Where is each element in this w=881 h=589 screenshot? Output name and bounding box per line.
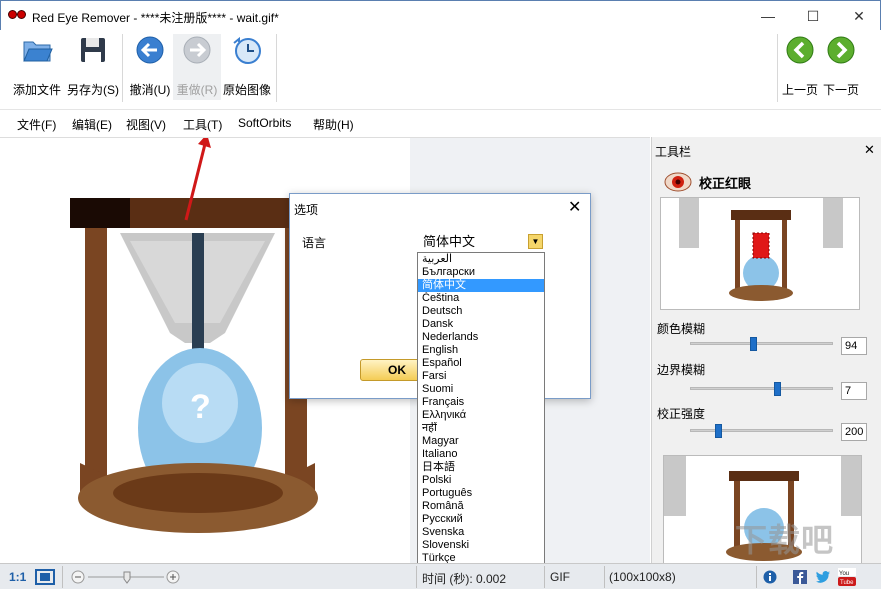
floppy-disk-icon (77, 34, 109, 66)
redo-arrow-icon (181, 34, 213, 66)
language-dropdown-list[interactable]: العربيةБългарски简体中文ČeštinaDeutschDanskN… (417, 252, 545, 565)
fit-window-icon[interactable] (35, 569, 55, 585)
watermark-text: 下载吧 (735, 515, 834, 561)
slider-value-input[interactable]: 7 (841, 382, 867, 400)
slider-value-input[interactable]: 94 (841, 337, 867, 355)
svg-text:You: You (839, 571, 849, 577)
redo-button[interactable]: 重做(R) (173, 34, 221, 100)
language-option[interactable]: नहीं (418, 422, 544, 435)
language-option[interactable]: Magyar (418, 435, 544, 448)
language-option[interactable]: Nederlands (418, 331, 544, 344)
slider-thumb[interactable] (774, 382, 781, 396)
panel-title: 工具栏 (655, 143, 691, 160)
slider-label: 颜色模糊 (657, 320, 705, 337)
language-option[interactable]: العربية (418, 253, 544, 266)
slider-label: 边界模糊 (657, 361, 705, 378)
prev-page-button[interactable]: 上一页 (780, 34, 820, 100)
menu-file[interactable]: 文件(F) (17, 116, 56, 133)
menu-edit[interactable]: 编辑(E) (72, 116, 112, 133)
open-folder-icon (21, 34, 53, 66)
menu-bar: 文件(F) 编辑(E) 视图(V) 工具(T) SoftOrbits 帮助(H) (0, 111, 881, 137)
status-divider (416, 566, 417, 588)
facebook-icon[interactable] (793, 570, 807, 584)
undo-button[interactable]: 撤消(U) (127, 34, 173, 100)
language-option[interactable]: Română (418, 500, 544, 513)
green-left-arrow-icon (784, 34, 816, 66)
image-format: GIF (550, 570, 570, 584)
status-divider (756, 566, 757, 588)
window-title: Red Eye Remover - ****未注册版**** - wait.gi… (32, 9, 279, 26)
language-option[interactable]: Svenska (418, 526, 544, 539)
language-option[interactable]: Español (418, 357, 544, 370)
status-divider (544, 566, 545, 588)
language-option[interactable]: 日本語 (418, 461, 544, 474)
actual-size-button[interactable]: 1:1 (9, 570, 26, 584)
status-divider (604, 566, 605, 588)
language-option[interactable]: Italiano (418, 448, 544, 461)
language-option[interactable]: Dansk (418, 318, 544, 331)
language-option[interactable]: Polski (418, 474, 544, 487)
maximize-button[interactable]: ☐ (790, 1, 836, 31)
language-option[interactable]: Português (418, 487, 544, 500)
image-dimensions: (100x100x8) (609, 570, 676, 584)
status-divider (62, 566, 63, 588)
red-eye-icon[interactable] (664, 172, 692, 192)
language-option[interactable]: Čeština (418, 292, 544, 305)
next-page-button[interactable]: 下一页 (821, 34, 861, 100)
menu-help[interactable]: 帮助(H) (313, 116, 354, 133)
processing-time: 时间 (秒): 0.002 (422, 570, 506, 587)
language-option[interactable]: Suomi (418, 383, 544, 396)
clock-restore-icon (231, 34, 263, 66)
toolbar-divider (276, 34, 277, 102)
title-bar: Red Eye Remover - ****未注册版**** - wait.gi… (0, 0, 881, 30)
language-option[interactable]: Deutsch (418, 305, 544, 318)
language-select[interactable]: 简体中文 (420, 232, 545, 251)
panel-heading: 校正红眼 (699, 173, 751, 192)
undo-arrow-icon (134, 34, 166, 66)
language-option[interactable]: Ελληνικά (418, 409, 544, 422)
language-label: 语言 (302, 234, 326, 251)
slider-thumb[interactable] (715, 424, 722, 438)
svg-text:?: ? (190, 388, 211, 426)
dialog-close-icon[interactable]: ✕ (568, 197, 581, 217)
language-option[interactable]: Slovenski (418, 539, 544, 552)
slider-track[interactable] (690, 342, 833, 345)
save-as-button[interactable]: 另存为(S) (66, 34, 120, 100)
language-option[interactable]: English (418, 344, 544, 357)
panel-close-icon[interactable]: ✕ (864, 142, 875, 158)
menu-softorbits[interactable]: SoftOrbits (238, 116, 291, 130)
original-image-button[interactable]: 原始图像 (221, 34, 273, 100)
toolbar-divider (122, 34, 123, 102)
twitter-icon[interactable] (815, 570, 831, 584)
close-button[interactable]: ✕ (836, 1, 881, 31)
dialog-title: 选项 (294, 201, 318, 218)
preview-thumbnail (660, 197, 860, 310)
status-bar: 1:1 时间 (秒): 0.002 GIF (100x100x8) You Tub… (0, 563, 881, 589)
language-option[interactable]: Farsi (418, 370, 544, 383)
slider-track[interactable] (690, 429, 833, 432)
language-option[interactable]: 简体中文 (418, 279, 544, 292)
red-arrow-annotation (178, 137, 218, 228)
minimize-button[interactable]: — (745, 1, 791, 31)
slider-label: 校正强度 (657, 405, 705, 422)
language-option[interactable]: Русский (418, 513, 544, 526)
language-option[interactable]: Български (418, 266, 544, 279)
tool-panel: 工具栏 ✕ 校正红眼 颜色模糊 94 边界模糊 7 校正强度 200 (651, 137, 881, 563)
main-toolbar: 添加文件 另存为(S) 撤消(U) 重做(R) 原始图像 上一页 下一页 (0, 30, 881, 110)
slider-track[interactable] (690, 387, 833, 390)
red-eyes-app-icon (8, 9, 28, 23)
info-icon[interactable] (763, 570, 777, 584)
chevron-down-icon[interactable]: ▼ (528, 234, 543, 249)
zoom-slider[interactable] (70, 569, 182, 585)
youtube-icon[interactable]: You Tube (838, 568, 856, 586)
slider-value-input[interactable]: 200 (841, 423, 867, 441)
menu-view[interactable]: 视图(V) (126, 116, 166, 133)
toolbar-divider (777, 34, 778, 102)
add-file-button[interactable]: 添加文件 (8, 34, 66, 100)
slider-thumb[interactable] (750, 337, 757, 351)
language-option[interactable]: Français (418, 396, 544, 409)
green-right-arrow-icon (825, 34, 857, 66)
svg-text:Tube: Tube (840, 580, 854, 586)
menu-tools[interactable]: 工具(T) (183, 116, 222, 133)
